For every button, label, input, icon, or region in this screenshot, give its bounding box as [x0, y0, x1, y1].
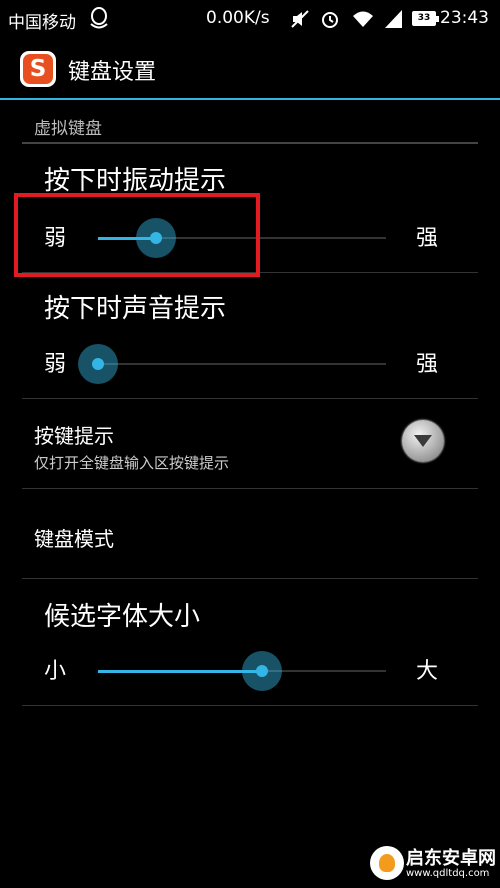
font-size-slider[interactable] — [98, 651, 386, 691]
qq-icon — [88, 6, 110, 30]
vibration-title: 按下时振动提示 — [44, 166, 227, 196]
alarm-icon — [320, 9, 340, 29]
signal-icon — [384, 9, 404, 29]
watermark-url: www.qdltdq.com — [406, 868, 490, 879]
watermark-logo-icon — [370, 846, 404, 880]
carrier-name: 中国移动 — [8, 13, 76, 33]
key-hint-summary: 仅打开全键盘输入区按键提示 — [34, 454, 230, 472]
mute-icon — [290, 9, 310, 29]
page-title: 键盘设置 — [68, 60, 157, 85]
wifi-icon — [352, 9, 373, 29]
status-bar: 中国移动 0.00K/s 33 23:43 — [0, 0, 500, 38]
sound-slider[interactable] — [78, 344, 386, 384]
font-size-slider-fill — [98, 669, 262, 673]
sound-slider-thumb[interactable] — [78, 344, 118, 384]
triangle-down-icon — [414, 435, 432, 447]
app-icon-letter: S — [23, 54, 53, 84]
section-header-virtual-keyboard: 虚拟键盘 — [34, 119, 102, 139]
watermark: 启东安卓网 www.qdltdq.com — [360, 838, 500, 888]
divider — [22, 488, 478, 489]
action-bar: S 键盘设置 — [0, 38, 500, 100]
font-size-min-label: 小 — [44, 659, 67, 684]
divider — [22, 705, 478, 706]
font-size-slider-thumb[interactable] — [242, 651, 282, 691]
section-divider — [22, 142, 478, 144]
clock: 23:43 — [440, 8, 489, 28]
sound-min-label: 弱 — [44, 352, 67, 377]
font-size-title: 候选字体大小 — [44, 602, 201, 632]
font-size-max-label: 大 — [416, 659, 439, 684]
battery-icon: 33 — [412, 11, 439, 26]
sound-title: 按下时声音提示 — [44, 294, 227, 324]
sound-max-label: 强 — [416, 352, 439, 377]
keyboard-mode-title: 键盘模式 — [34, 527, 114, 551]
key-hint-title: 按键提示 — [34, 424, 114, 448]
divider — [22, 398, 478, 399]
highlight-box — [14, 193, 260, 277]
key-hint-dropdown-button[interactable] — [402, 420, 444, 462]
network-speed: 0.00K/s — [206, 8, 270, 28]
watermark-name: 启东安卓网 — [406, 848, 496, 869]
divider — [22, 578, 478, 579]
vibration-max-label: 强 — [416, 226, 439, 251]
sogou-input-icon[interactable]: S — [20, 51, 56, 87]
